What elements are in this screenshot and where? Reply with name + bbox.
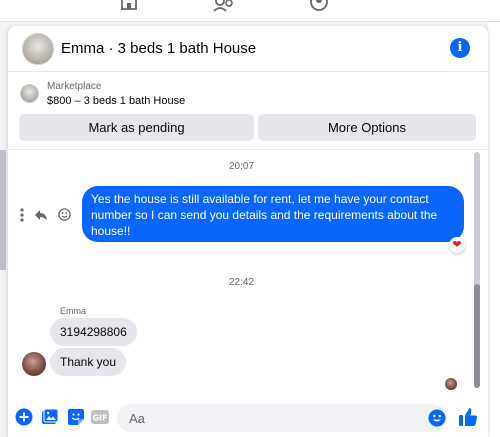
- divider: [8, 149, 488, 150]
- chat-scrollbar-thumb[interactable]: [474, 284, 480, 388]
- plus-circle-icon[interactable]: [15, 408, 33, 426]
- message-input[interactable]: [129, 404, 409, 432]
- thumbs-up-icon[interactable]: [458, 407, 478, 427]
- gif-icon[interactable]: GIF: [90, 408, 109, 426]
- incoming-message[interactable]: 3194298806: [50, 318, 137, 346]
- avatar[interactable]: [22, 352, 46, 376]
- sticker-icon[interactable]: [67, 408, 85, 426]
- more-options-button[interactable]: More Options: [258, 114, 476, 141]
- seen-avatar: [445, 378, 457, 390]
- message-input-wrapper: [117, 404, 447, 432]
- timestamp: 22:42: [229, 277, 255, 288]
- message-composer: GIF: [8, 398, 488, 437]
- friends-icon[interactable]: [213, 0, 233, 12]
- photo-icon[interactable]: [41, 408, 59, 426]
- emoji-icon[interactable]: [428, 409, 446, 427]
- mark-as-pending-button[interactable]: Mark as pending: [19, 114, 254, 141]
- info-icon[interactable]: i: [450, 38, 470, 58]
- marketplace-label: Marketplace: [47, 81, 102, 92]
- conversation-title[interactable]: Emma · 3 beds 1 bath House: [61, 40, 256, 57]
- smile-icon[interactable]: [58, 208, 71, 224]
- chat-window: Emma · 3 beds 1 bath House i Marketplace…: [8, 26, 488, 437]
- chat-header: Emma · 3 beds 1 bath House i: [8, 26, 488, 72]
- svg-text:GIF: GIF: [92, 414, 107, 423]
- more-vertical-icon[interactable]: [20, 207, 24, 225]
- profile-icon[interactable]: [309, 0, 329, 12]
- listing-title[interactable]: $800 – 3 beds 1 bath House: [47, 95, 185, 107]
- listing-thumbnail[interactable]: [20, 84, 39, 103]
- background-scrollbar[interactable]: [0, 150, 6, 270]
- incoming-message[interactable]: Thank you: [50, 348, 127, 376]
- timestamp: 20:07: [229, 161, 255, 172]
- heart-icon[interactable]: ❤: [449, 237, 465, 253]
- listing-avatar[interactable]: [22, 33, 54, 65]
- outgoing-message[interactable]: Yes the house is still available for ren…: [82, 186, 464, 242]
- top-navigation: [0, 0, 500, 22]
- sender-name: Emma: [60, 306, 87, 316]
- reply-icon[interactable]: [34, 209, 48, 224]
- home-icon[interactable]: [120, 0, 140, 12]
- marketplace-listing: Marketplace $800 – 3 beds 1 bath House M…: [8, 73, 488, 149]
- message-actions: [20, 207, 71, 225]
- background-page: [488, 22, 500, 437]
